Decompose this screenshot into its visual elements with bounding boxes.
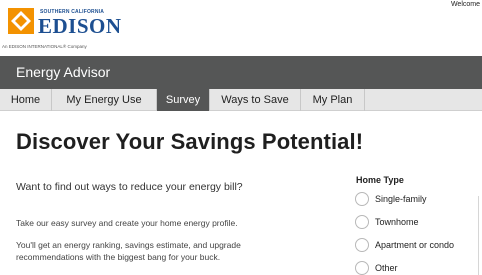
- tab-survey[interactable]: Survey: [157, 89, 210, 111]
- tab-my-plan[interactable]: My Plan: [301, 89, 365, 111]
- main-nav-tabs: Home My Energy Use Survey Ways to Save M…: [0, 89, 482, 111]
- intro-paragraph-2: You'll get an energy ranking, savings es…: [16, 240, 241, 262]
- edison-logo-icon: [8, 8, 34, 34]
- tab-ways-to-save[interactable]: Ways to Save: [210, 89, 301, 111]
- radio-apartment-or-condo[interactable]: [355, 238, 369, 252]
- app-title: Energy Advisor: [16, 64, 111, 80]
- option-label-single-family[interactable]: Single-family: [375, 194, 427, 204]
- home-type-label: Home Type: [356, 175, 404, 185]
- option-label-other[interactable]: Other: [375, 263, 398, 273]
- logo-wordmark: EDISON: [38, 14, 122, 38]
- tab-my-energy-use[interactable]: My Energy Use: [52, 89, 157, 111]
- tab-home[interactable]: Home: [0, 89, 52, 111]
- right-divider: [478, 196, 479, 275]
- radio-other[interactable]: [355, 261, 369, 275]
- radio-townhome[interactable]: [355, 215, 369, 229]
- app-titlebar: Energy Advisor: [0, 56, 482, 89]
- intro-paragraph-1: Take our easy survey and create your hom…: [16, 218, 238, 228]
- option-label-apartment-or-condo[interactable]: Apartment or condo: [375, 240, 454, 250]
- option-label-townhome[interactable]: Townhome: [375, 217, 419, 227]
- welcome-text: Welcome: [450, 1, 480, 8]
- logo-subtitle: An EDISON INTERNATIONAL® Company: [2, 44, 87, 49]
- edison-logo[interactable]: SOUTHERN CALIFORNIA EDISON An EDISON INT…: [2, 4, 166, 52]
- radio-single-family[interactable]: [355, 192, 369, 206]
- site-header: SOUTHERN CALIFORNIA EDISON An EDISON INT…: [0, 0, 482, 54]
- intro-question: Want to find out ways to reduce your ene…: [16, 181, 243, 193]
- page-title: Discover Your Savings Potential!: [16, 129, 364, 154]
